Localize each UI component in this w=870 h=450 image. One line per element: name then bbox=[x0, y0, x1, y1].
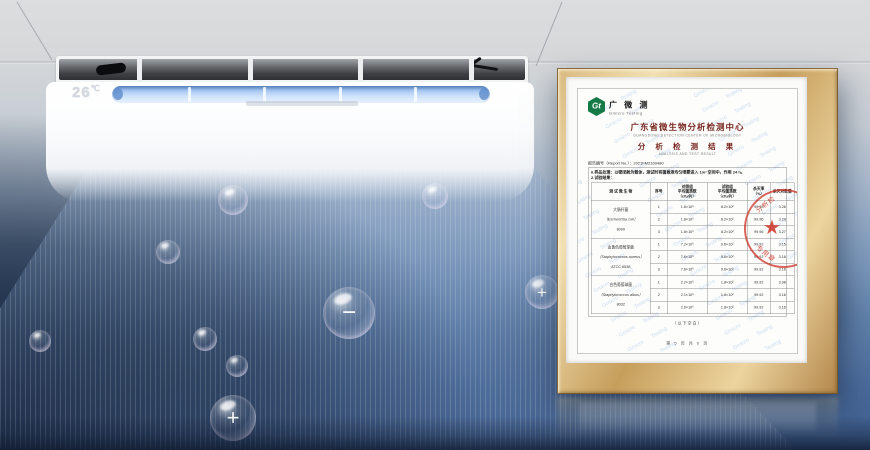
bubble bbox=[193, 327, 217, 351]
cell-test: 1.8×10² bbox=[707, 276, 747, 289]
cell-seq: 1 bbox=[650, 276, 667, 289]
vent-divider bbox=[339, 87, 342, 102]
cell-control: 1.8×10⁶ bbox=[667, 226, 707, 239]
cell-test: 1.8×10² bbox=[707, 288, 747, 301]
organism-cell: 大肠杆菌 （Escherichia coli） 8099 bbox=[591, 201, 650, 239]
temperature-display: 26℃ bbox=[72, 84, 101, 102]
promo-scene: 26℃ − + + Gmicro Testing Gmicro Testing … bbox=[0, 0, 870, 450]
cell-rate: 99.92 bbox=[747, 276, 770, 289]
bubble bbox=[422, 183, 448, 209]
cell-seq: 3 bbox=[650, 226, 667, 239]
minus-icon: − bbox=[342, 301, 356, 325]
organism-name-cn: 大肠杆菌 bbox=[592, 207, 650, 212]
certificate-frame: Gmicro Testing Gmicro Testing Gmicro Tes… bbox=[557, 68, 838, 394]
intake-divider bbox=[248, 58, 253, 81]
stamp-star-icon: ★ bbox=[763, 216, 781, 239]
frame-reflection bbox=[557, 397, 838, 450]
report-number: 报告编号（Report No.）：2021FM2160480 bbox=[588, 161, 787, 167]
cell-control: 1.6×10⁶ bbox=[667, 201, 707, 214]
intake-divider bbox=[469, 58, 474, 81]
cell-seq: 3 bbox=[650, 301, 667, 314]
cell-test: 9.6×10² bbox=[707, 263, 747, 276]
cell-seq: 2 bbox=[650, 251, 667, 264]
cell-log: 3.16 bbox=[770, 301, 794, 314]
cell-control: 2.2×10⁶ bbox=[667, 276, 707, 289]
plus-icon: + bbox=[537, 284, 547, 301]
table-row: 白色葡萄球菌 （Staphylococcus albus） 8032 1 2.2… bbox=[591, 276, 794, 289]
vent-divider bbox=[188, 87, 191, 102]
organism-strain: ATCC 6538 bbox=[592, 264, 650, 269]
cell-seq: 1 bbox=[650, 238, 667, 251]
cell-rate: 99.92 bbox=[747, 288, 770, 301]
organism-cell: 白色葡萄球菌 （Staphylococcus albus） 8032 bbox=[591, 276, 650, 314]
certificate-title: 广东省微生物分析检测中心 bbox=[588, 120, 787, 133]
organism-cell: 金黄色葡萄球菌 （Staphylococcus aureus） ATCC 653… bbox=[591, 238, 650, 276]
intake-grille bbox=[56, 56, 528, 84]
cell-control: 2.0×10⁶ bbox=[667, 301, 707, 314]
cell-test: 1.8×10² bbox=[707, 301, 747, 314]
page-footer: 第 5 页 共 6 页 bbox=[578, 341, 797, 347]
vent-divider bbox=[414, 87, 417, 102]
cell-seq: 2 bbox=[650, 213, 667, 226]
lab-logo-monogram: Gt bbox=[592, 102, 601, 111]
cell-rate: 99.92 bbox=[747, 301, 770, 314]
organism-name-latin: （Escherichia coli） bbox=[592, 217, 650, 222]
col-control: 对照组 平均菌落数 （cfu/片） bbox=[667, 183, 707, 201]
cell-seq: 3 bbox=[650, 263, 667, 276]
cell-test: 8.2×10² bbox=[707, 201, 747, 214]
ion-bubble-minus: − bbox=[323, 287, 375, 339]
intake-divider bbox=[137, 58, 142, 81]
temperature-unit: ℃ bbox=[91, 84, 101, 93]
cell-control: 2.1×10⁶ bbox=[667, 288, 707, 301]
cell-log: 3.08 bbox=[770, 276, 794, 289]
cell-control: 7.6×10⁶ bbox=[667, 263, 707, 276]
below-blank-note: （以下空白） bbox=[588, 320, 787, 326]
certificate-mat: Gmicro Testing Gmicro Testing Gmicro Tes… bbox=[566, 77, 807, 363]
col-test: 试验组 平均菌落数 （cfu/片） bbox=[707, 183, 747, 201]
col-seq: 序号 bbox=[650, 183, 667, 201]
organism-strain: 8032 bbox=[592, 302, 650, 307]
cell-control: 1.8×10⁶ bbox=[667, 213, 707, 226]
result-label: 2.试验结果： bbox=[591, 175, 784, 180]
col-organism: 测 试 微 生 物 bbox=[591, 183, 650, 201]
ion-bubble-plus: + bbox=[525, 275, 559, 309]
lab-logo: Gt 广 微 测 Gmicro Testing bbox=[588, 97, 787, 116]
organism-name-latin: （Staphylococcus albus） bbox=[592, 292, 650, 297]
cell-seq: 1 bbox=[650, 201, 667, 214]
brand-text-faint bbox=[246, 101, 358, 106]
organism-strain: 8099 bbox=[592, 227, 650, 232]
cell-test: 8.2×10² bbox=[707, 213, 747, 226]
cell-control: 7.6×10⁶ bbox=[667, 251, 707, 264]
certificate-subtitle: 分 析 检 测 结 果 bbox=[588, 141, 787, 152]
organism-name-cn: 白色葡萄球菌 bbox=[592, 283, 650, 288]
cell-control: 7.2×10⁶ bbox=[667, 238, 707, 251]
cell-test: 8.2×10² bbox=[707, 226, 747, 239]
air-conditioner-unit: 26℃ bbox=[46, 52, 536, 202]
cell-log: 3.16 bbox=[770, 288, 794, 301]
vent-divider bbox=[263, 87, 266, 102]
lab-name-cn: 广 微 测 bbox=[609, 98, 650, 110]
lab-logo-icon: Gt bbox=[588, 97, 605, 116]
cell-rate: 99.92 bbox=[747, 263, 770, 276]
bubble bbox=[29, 330, 51, 352]
temperature-value: 26 bbox=[72, 84, 91, 101]
bubble bbox=[156, 240, 180, 264]
intake-divider bbox=[358, 58, 363, 81]
cell-test: 9.6×10² bbox=[707, 238, 747, 251]
organism-name-cn: 金黄色葡萄球菌 bbox=[592, 245, 650, 250]
certificate-subtitle-en: ANALYSIS AND TEST RESULT bbox=[588, 153, 787, 157]
lab-name-en: Gmicro Testing bbox=[609, 111, 650, 116]
cell-test: 9.6×10² bbox=[707, 251, 747, 264]
intake-grille-slots bbox=[59, 59, 525, 80]
cell-seq: 2 bbox=[650, 288, 667, 301]
certificate-title-en: GUANGDONG DETECTION CENTER OF MICROBIOLO… bbox=[588, 134, 787, 138]
bubble bbox=[226, 355, 248, 377]
organism-name-latin: （Staphylococcus aureus） bbox=[592, 255, 650, 260]
certificate-paper: Gmicro Testing Gmicro Testing Gmicro Tes… bbox=[577, 88, 798, 354]
bubble bbox=[218, 185, 248, 215]
